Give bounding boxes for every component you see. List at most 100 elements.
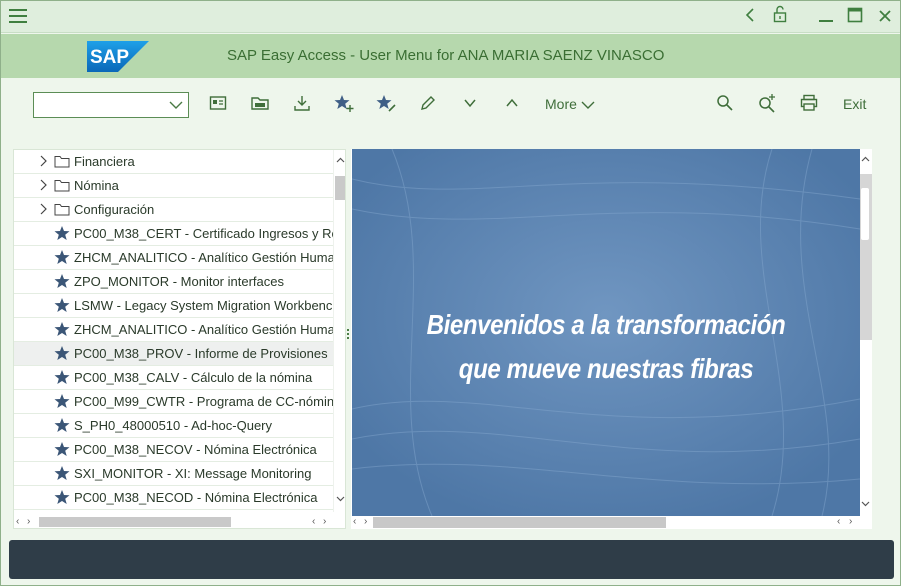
scroll-thumb[interactable]: [373, 517, 666, 528]
image-vertical-scrollbar[interactable]: [860, 149, 872, 516]
more-button[interactable]: More: [545, 96, 595, 112]
more-label: More: [545, 96, 577, 112]
star-icon: [54, 370, 70, 384]
scroll-down-icon[interactable]: [336, 494, 345, 503]
tree-transaction[interactable]: PC00_M99_CWTR - Programa de CC-nómina: [14, 390, 334, 414]
tree-transaction[interactable]: ZPO_MONITOR - Monitor interfaces: [14, 270, 334, 294]
tree-item-label: PC00_M38_PROV - Informe de Provisiones: [74, 346, 328, 361]
scroll-left-icon[interactable]: ‹: [353, 516, 356, 527]
star-icon: [54, 346, 70, 360]
tree-transaction[interactable]: PC00_M38_CALV - Cálculo de la nómina: [14, 366, 334, 390]
tree-transaction[interactable]: SXI_MONITOR - XI: Message Monitoring: [14, 462, 334, 486]
star-icon: [54, 466, 70, 480]
scroll-track[interactable]: [860, 174, 872, 340]
chevron-down-icon[interactable]: [169, 99, 183, 111]
tree-folder-configuracion[interactable]: Configuración: [14, 198, 334, 222]
scroll-left-icon[interactable]: ‹: [837, 516, 840, 527]
tree-item-label: PC00_M38_NECOD - Nómina Electrónica: [74, 490, 318, 505]
print-icon[interactable]: [799, 93, 823, 117]
change-icon[interactable]: [418, 93, 442, 117]
minimize-icon[interactable]: [814, 5, 838, 29]
title-bar: [1, 1, 900, 33]
sap-menu-icon[interactable]: [250, 93, 274, 117]
scroll-thumb[interactable]: [335, 176, 345, 200]
scroll-up-icon[interactable]: [336, 156, 345, 165]
exit-button[interactable]: Exit: [843, 96, 866, 112]
tree-transaction[interactable]: ZHCM_ANALITICO - Analítico Gestión Human…: [14, 318, 334, 342]
tree-transaction[interactable]: ZHCM_ANALITICO - Analítico Gestión Human…: [14, 246, 334, 270]
tree-transaction[interactable]: PC00_M38_CERT - Certificado Ingresos y R…: [14, 222, 334, 246]
menu-icon[interactable]: [9, 9, 27, 25]
tree-item-label: Configuración: [74, 202, 155, 217]
status-bar: [9, 540, 894, 579]
tree-transaction[interactable]: PC00_M38_NECOV - Nómina Electrónica: [14, 438, 334, 462]
star-icon: [54, 298, 70, 312]
tree-transaction[interactable]: PC00_M38_NECOD - Nómina Electrónica: [14, 486, 334, 510]
tree-item-label: ZHCM_ANALITICO - Analítico Gestión Human…: [74, 322, 334, 337]
image-horizontal-scrollbar[interactable]: ‹ › ‹ ›: [351, 516, 872, 529]
unlock-icon[interactable]: [768, 5, 792, 29]
tree-vertical-scrollbar[interactable]: [333, 150, 345, 512]
back-icon[interactable]: [738, 5, 762, 29]
maximize-icon[interactable]: [843, 5, 867, 29]
toolbar: More Exit: [1, 79, 900, 131]
scroll-thumb[interactable]: [39, 517, 231, 527]
chevron-right-icon[interactable]: [38, 155, 48, 167]
chevron-right-icon[interactable]: [38, 203, 48, 215]
folder-icon: [54, 156, 70, 168]
welcome-image-panel: Bienvenidos a la transformación que muev…: [351, 149, 872, 529]
welcome-banner: Bienvenidos a la transformación que muev…: [352, 149, 860, 516]
star-icon: [54, 394, 70, 408]
chevron-right-icon[interactable]: [38, 179, 48, 191]
app-header: SAP SAP Easy Access - User Menu for ANA …: [1, 34, 900, 78]
folder-icon: [54, 180, 70, 192]
tree-item-label: S_PH0_48000510 - Ad-hoc-Query: [74, 418, 273, 433]
tree-folder-nomina[interactable]: Nómina: [14, 174, 334, 198]
sap-logo: SAP: [87, 41, 149, 72]
expand-down-icon[interactable]: [460, 93, 484, 117]
user-menu-tree: Financiera Nómina Configuración PC00_M38…: [13, 149, 346, 529]
tree-item-label: PC00_M38_CERT - Certificado Ingresos y R…: [74, 226, 334, 241]
user-menu-icon[interactable]: [208, 93, 232, 117]
folder-icon: [54, 204, 70, 216]
page-title: SAP Easy Access - User Menu for ANA MARI…: [227, 47, 665, 64]
add-favorite-icon[interactable]: [334, 93, 358, 117]
close-icon[interactable]: [873, 5, 897, 29]
welcome-line-1: Bienvenidos a la transformación: [426, 309, 786, 340]
tree-item-label: ZHCM_ANALITICO - Analítico Gestión Human…: [74, 250, 334, 265]
tree-folder-financiera[interactable]: Financiera: [14, 150, 334, 174]
tree-item-label: PC00_M38_CALV - Cálculo de la nómina: [74, 370, 313, 385]
scroll-down-icon[interactable]: [861, 499, 870, 508]
tree-item-label: SXI_MONITOR - XI: Message Monitoring: [74, 466, 312, 481]
scroll-right-icon[interactable]: ›: [849, 516, 852, 527]
tree-horizontal-scrollbar[interactable]: ‹ › ‹ ›: [14, 515, 345, 528]
scroll-right-icon[interactable]: ›: [364, 516, 367, 527]
star-icon: [54, 490, 70, 504]
star-icon: [54, 442, 70, 456]
scroll-right-icon[interactable]: ›: [323, 516, 326, 527]
edit-favorite-icon[interactable]: [376, 93, 400, 117]
search-more-icon[interactable]: [757, 93, 781, 117]
scroll-thumb[interactable]: [861, 188, 869, 240]
scroll-left-icon[interactable]: ‹: [16, 516, 19, 527]
tree-item-label: PC00_M99_CWTR - Programa de CC-nómina: [74, 394, 334, 409]
welcome-line-2: que mueve nuestras fibras: [458, 353, 754, 384]
tree-transaction[interactable]: S_PH0_48000510 - Ad-hoc-Query: [14, 414, 334, 438]
star-icon: [54, 250, 70, 264]
tree-transaction-selected[interactable]: PC00_M38_PROV - Informe de Provisiones: [14, 342, 334, 366]
search-icon[interactable]: [715, 93, 739, 117]
tree-item-label: Financiera: [74, 154, 135, 169]
scroll-left-icon[interactable]: ‹: [312, 516, 315, 527]
star-icon: [54, 226, 70, 240]
star-icon: [54, 274, 70, 288]
scroll-up-icon[interactable]: [861, 155, 870, 164]
panel-splitter[interactable]: [347, 329, 350, 343]
tree-transaction[interactable]: LSMW - Legacy System Migration Workbench: [14, 294, 334, 318]
download-icon[interactable]: [292, 93, 316, 117]
svg-text:SAP: SAP: [90, 47, 129, 68]
collapse-up-icon[interactable]: [502, 93, 526, 117]
sap-window: SAP SAP Easy Access - User Menu for ANA …: [0, 0, 901, 586]
tree-item-label: ZPO_MONITOR - Monitor interfaces: [74, 274, 284, 289]
command-field[interactable]: [33, 92, 189, 118]
scroll-right-icon[interactable]: ›: [27, 516, 30, 527]
